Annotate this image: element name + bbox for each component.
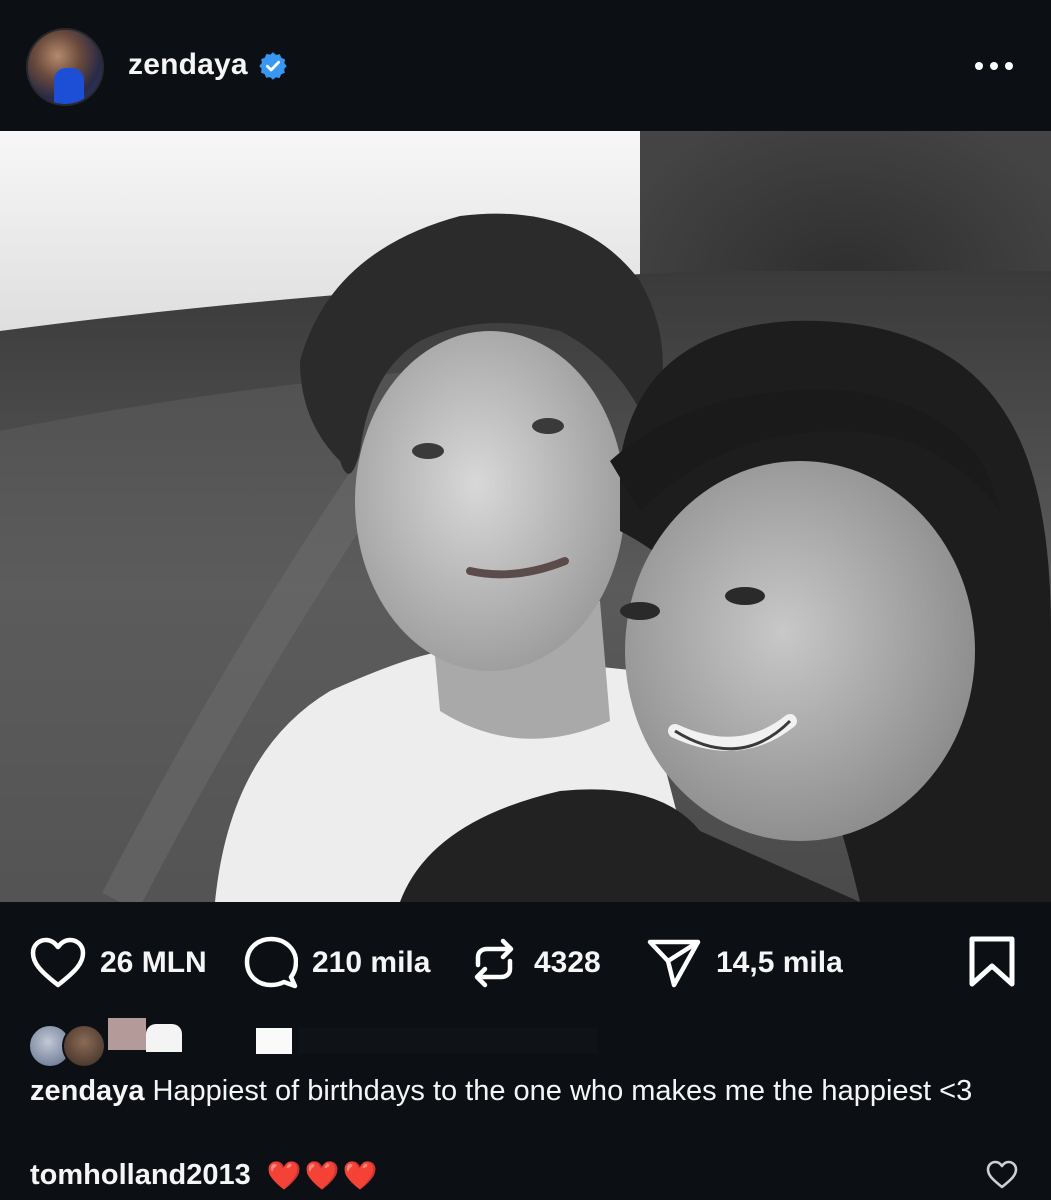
share-button[interactable]: 14,5 mila (646, 935, 843, 991)
like-button[interactable]: 26 MLN (30, 935, 207, 991)
comments-count: 210 mila (312, 946, 431, 979)
redacted-block (146, 1024, 182, 1052)
post-caption: zendaya Happiest of birthdays to the one … (30, 1075, 1020, 1108)
photo-image (0, 131, 1051, 902)
post-header: zendaya (0, 0, 1051, 131)
redacted-block (298, 1028, 598, 1054)
repost-button[interactable]: 4328 (468, 935, 601, 991)
heart-icon (30, 937, 86, 988)
top-comment: tomholland2013 ❤️❤️❤️ (30, 1155, 990, 1195)
redacted-block (108, 1018, 146, 1050)
verified-badge-icon (259, 52, 287, 80)
caption-username[interactable]: zendaya (30, 1075, 144, 1107)
bookmark-icon[interactable] (968, 936, 1016, 988)
action-bar: 26 MLN 210 mila 4328 14,5 mila (0, 902, 1051, 1022)
caption-text: Happiest of birthdays to the one who mak… (152, 1075, 973, 1107)
author-username[interactable]: zendaya (128, 48, 248, 82)
repost-icon (474, 938, 514, 988)
comment-button[interactable]: 210 mila (244, 935, 430, 991)
post-photo[interactable] (0, 131, 1051, 902)
shares-count: 14,5 mila (716, 946, 843, 979)
redacted-block (256, 1028, 292, 1054)
comment-icon (244, 936, 298, 989)
likes-count: 26 MLN (100, 946, 207, 979)
more-icon[interactable] (975, 54, 1019, 78)
liker-avatar (62, 1024, 106, 1068)
share-icon (647, 939, 701, 988)
reposts-count: 4328 (534, 946, 601, 979)
liked-by-row[interactable] (28, 1018, 628, 1074)
author-avatar[interactable] (26, 28, 104, 106)
comment-username[interactable]: tomholland2013 (30, 1159, 251, 1192)
comment-text: ❤️❤️❤️ (266, 1158, 381, 1192)
comment-like-heart-icon[interactable] (986, 1160, 1018, 1190)
